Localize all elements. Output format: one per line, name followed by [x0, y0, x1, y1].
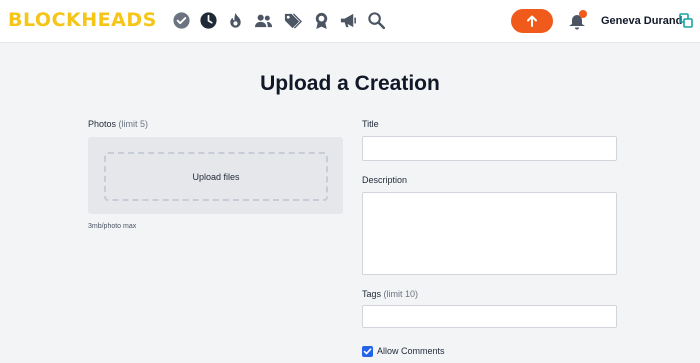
page-title: Upload a Creation: [260, 72, 440, 95]
tags-icon[interactable]: [283, 11, 302, 30]
search-icon[interactable]: [367, 11, 386, 30]
photos-label-text: Photos: [88, 119, 117, 129]
photos-limit: (limit 5): [118, 119, 149, 129]
clock-icon[interactable]: [199, 11, 218, 30]
upload-button[interactable]: [511, 9, 553, 33]
brand-logo[interactable]: BLOCKHEADS: [8, 8, 157, 32]
top-navbar: BLOCKHEADS Geneva Durand: [0, 0, 700, 43]
notifications-button[interactable]: [566, 10, 588, 32]
allow-comments-label[interactable]: Allow Comments: [377, 346, 445, 357]
tags-label: Tags (limit 10): [362, 288, 418, 300]
tags-input[interactable]: [362, 305, 617, 328]
award-icon[interactable]: [312, 11, 331, 30]
checkmark-icon: [363, 348, 372, 355]
title-label: Title: [362, 119, 379, 129]
profile-icon[interactable]: [679, 13, 693, 28]
megaphone-icon[interactable]: [339, 11, 358, 30]
upload-files-label: Upload files: [192, 171, 240, 182]
title-input[interactable]: [362, 136, 617, 161]
photo-size-hint: 3mb/photo max: [88, 223, 137, 230]
photos-label: Photos (limit 5): [88, 118, 148, 130]
check-circle-icon[interactable]: [172, 11, 191, 30]
description-label: Description: [362, 175, 408, 185]
flame-icon[interactable]: [226, 11, 245, 30]
notification-badge: [579, 10, 587, 18]
allow-comments-checkbox[interactable]: [362, 346, 373, 357]
arrow-up-icon: [526, 15, 538, 27]
tags-limit: (limit 10): [383, 289, 419, 299]
tags-label-text: Tags: [362, 289, 382, 299]
description-textarea[interactable]: [362, 192, 617, 275]
user-name[interactable]: Geneva Durand: [601, 14, 682, 28]
users-icon[interactable]: [254, 11, 273, 30]
upload-files-dropzone[interactable]: Upload files: [104, 152, 328, 201]
